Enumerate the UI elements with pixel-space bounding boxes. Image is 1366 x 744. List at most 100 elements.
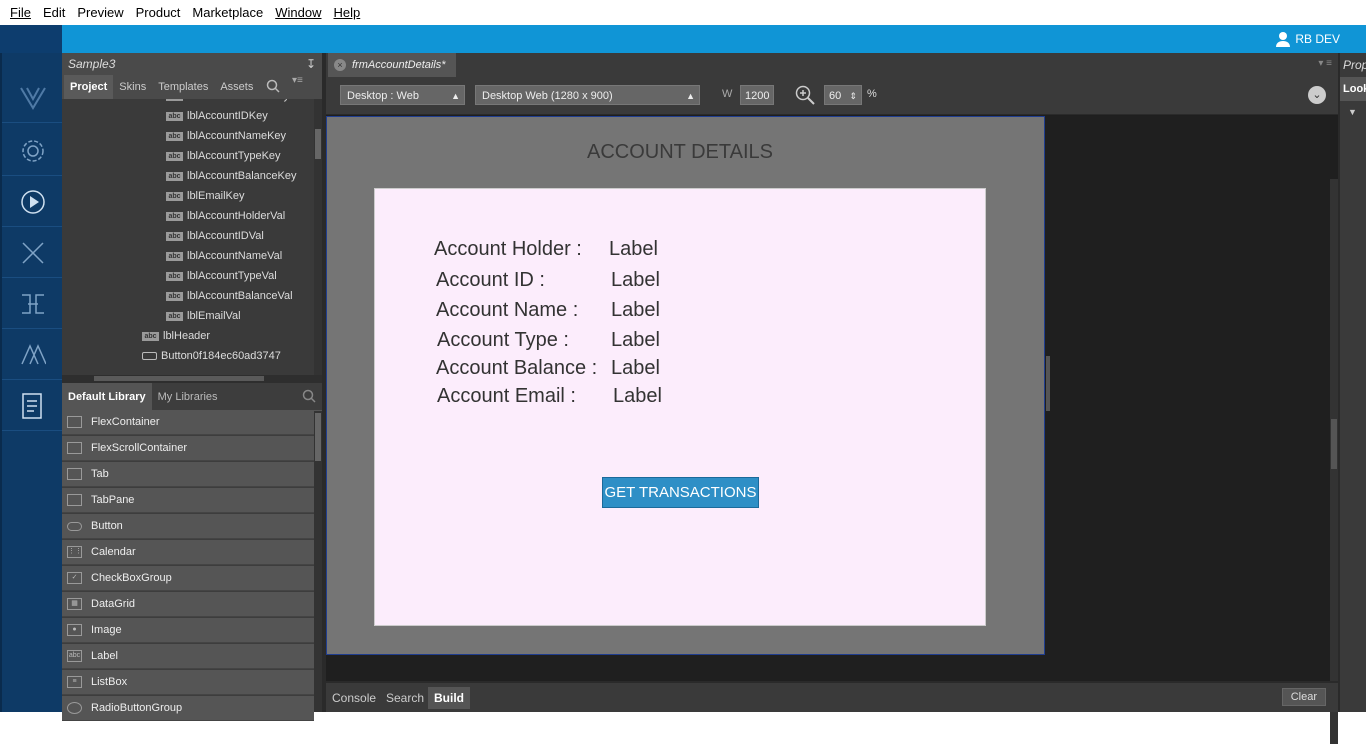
collapse-panel-icon[interactable]: ↧ <box>306 53 316 75</box>
width-input[interactable]: 1200 <box>740 85 774 105</box>
account-name-value[interactable]: Label <box>611 299 660 322</box>
library-item-label[interactable]: abc Label <box>62 644 314 669</box>
tab-look[interactable]: Look <box>1340 77 1366 101</box>
library-item-tabpane[interactable]: TabPane <box>62 488 314 513</box>
close-tab-icon[interactable]: × <box>334 59 346 71</box>
dropdown-arrow-icon[interactable]: ▼ <box>1340 101 1366 117</box>
library-item-radiobuttongroup[interactable]: RadioButtonGroup <box>62 696 314 721</box>
tree-scrollbar[interactable] <box>314 99 322 375</box>
account-type-key[interactable]: Account Type : <box>437 329 569 352</box>
menu-file[interactable]: File <box>4 5 37 20</box>
library-search-icon[interactable] <box>302 389 316 406</box>
account-balance-value[interactable]: Label <box>611 357 660 380</box>
label-widget-icon: abc <box>166 271 183 281</box>
library-item-calendar[interactable]: ⋮⋮ Calendar <box>62 540 314 565</box>
play-icon[interactable] <box>2 177 64 227</box>
menu-window[interactable]: Window <box>269 5 327 20</box>
library-item-tab[interactable]: Tab <box>62 462 314 487</box>
expand-toolbar-icon[interactable]: ⌄ <box>1308 86 1326 104</box>
tab-default-library[interactable]: Default Library <box>62 382 152 411</box>
tree-node[interactable]: abc lblEmailKey <box>166 186 244 206</box>
form-canvas[interactable]: ACCOUNT DETAILS Account Holder : Label A… <box>326 116 1045 655</box>
panel-menu-icon[interactable]: ▾≡ <box>292 75 303 86</box>
get-transactions-button[interactable]: GET TRANSACTIONS <box>602 477 759 508</box>
search-icon[interactable] <box>266 79 280 96</box>
menu-edit[interactable]: Edit <box>37 5 71 20</box>
account-id-key[interactable]: Account ID : <box>436 269 545 292</box>
tab-project[interactable]: Project <box>64 75 114 99</box>
tree-node[interactable]: Button0f184ec60ad3747 <box>142 346 281 366</box>
library-item-image[interactable]: ● Image <box>62 618 314 643</box>
account-holder-key[interactable]: Account Holder : <box>434 238 582 261</box>
zoom-input[interactable]: 60 ⇕ <box>824 85 862 105</box>
menu-help[interactable]: Help <box>327 5 366 20</box>
tree-node[interactable]: abc lblAccountIDVal <box>166 226 264 246</box>
settings-icon[interactable] <box>2 126 64 176</box>
tree-node[interactable]: abc lblAccountBalanceVal <box>166 286 293 306</box>
library-item-flexscrollcontainer[interactable]: FlexScrollContainer <box>62 436 314 461</box>
tools-icon[interactable] <box>2 228 64 278</box>
tab-console[interactable]: Console <box>326 687 382 709</box>
tree-node[interactable]: abc lblAccountBalanceKey <box>166 166 296 186</box>
tree-node[interactable]: abc lblEmailVal <box>166 306 241 326</box>
clear-button[interactable]: Clear <box>1281 688 1326 706</box>
editor-tabs: × frmAccountDetails* ▾ ≡ <box>326 53 1338 77</box>
account-name-key[interactable]: Account Name : <box>436 299 578 322</box>
logo-icon[interactable] <box>2 73 64 123</box>
label-widget-icon: abc <box>166 99 183 101</box>
resolution-select[interactable]: Desktop Web (1280 x 900) ▲ <box>475 85 700 105</box>
canvas-resize-handle[interactable] <box>1046 356 1050 411</box>
tree-node[interactable]: abc lblHeader <box>142 326 210 346</box>
form-title[interactable]: ACCOUNT DETAILS <box>327 141 1033 164</box>
checkbox-icon: ✓ <box>67 572 82 584</box>
account-balance-key[interactable]: Account Balance : <box>436 357 597 380</box>
label-widget-icon: abc <box>166 251 183 261</box>
left-rail <box>0 53 64 712</box>
tab-my-libraries[interactable]: My Libraries <box>152 383 224 411</box>
editor-menu-icon[interactable]: ▾ ≡ <box>1318 58 1332 69</box>
document-icon[interactable] <box>2 381 64 431</box>
tree-node[interactable]: abc lblAccountHolderVal <box>166 206 285 226</box>
form-body[interactable]: Account Holder : Label Account ID : Labe… <box>374 188 986 626</box>
tree-node[interactable]: abclblAccountHolderKey <box>166 99 289 106</box>
library-item-listbox[interactable]: ≡ ListBox <box>62 670 314 695</box>
tree-node[interactable]: abc lblAccountTypeKey <box>166 146 281 166</box>
tree-node[interactable]: abc lblAccountNameVal <box>166 246 282 266</box>
user-account[interactable]: RB DEV <box>1275 31 1340 47</box>
menu-product[interactable]: Product <box>130 5 187 20</box>
platform-select[interactable]: Desktop : Web ▲ <box>340 85 465 105</box>
account-holder-value[interactable]: Label <box>609 238 658 261</box>
bottom-panel: Console Search Build Clear <box>326 681 1338 712</box>
editor-toolbar: Desktop : Web ▲ Desktop Web (1280 x 900) ▲… <box>326 77 1338 115</box>
library-item-checkboxgroup[interactable]: ✓ CheckBoxGroup <box>62 566 314 591</box>
tree-node[interactable]: abc lblAccountIDKey <box>166 106 268 126</box>
editor-scrollbar[interactable] <box>1330 179 1338 744</box>
account-id-value[interactable]: Label <box>611 269 660 292</box>
tab-search[interactable]: Search <box>380 687 430 709</box>
library-item-flexcontainer[interactable]: FlexContainer <box>62 410 314 435</box>
library-scrollbar[interactable] <box>314 411 322 712</box>
account-email-key[interactable]: Account Email : <box>437 385 576 408</box>
library-tabs: Default Library My Libraries <box>62 382 322 411</box>
label-icon: abc <box>67 650 82 662</box>
menu-marketplace[interactable]: Marketplace <box>186 5 269 20</box>
tab-icon <box>67 468 82 480</box>
zoom-icon[interactable] <box>794 84 816 109</box>
button-widget-icon <box>142 352 157 360</box>
tree-node[interactable]: abc lblAccountTypeVal <box>166 266 277 286</box>
library-item-datagrid[interactable]: ▦ DataGrid <box>62 592 314 617</box>
tab-skins[interactable]: Skins <box>113 75 152 99</box>
menu-preview[interactable]: Preview <box>71 5 129 20</box>
account-email-value[interactable]: Label <box>613 385 662 408</box>
editor-tab-frmaccountdetails[interactable]: × frmAccountDetails* <box>328 53 456 77</box>
tree-node[interactable]: abc lblAccountNameKey <box>166 126 286 146</box>
library-item-button[interactable]: Button <box>62 514 314 539</box>
tab-build[interactable]: Build <box>428 687 470 709</box>
account-type-value[interactable]: Label <box>611 329 660 352</box>
tab-assets[interactable]: Assets <box>214 75 259 99</box>
services-icon[interactable] <box>2 279 64 329</box>
tab-templates[interactable]: Templates <box>152 75 214 99</box>
left-rail-header <box>0 25 62 53</box>
design-icon[interactable] <box>2 330 64 380</box>
datagrid-icon: ▦ <box>67 598 82 610</box>
